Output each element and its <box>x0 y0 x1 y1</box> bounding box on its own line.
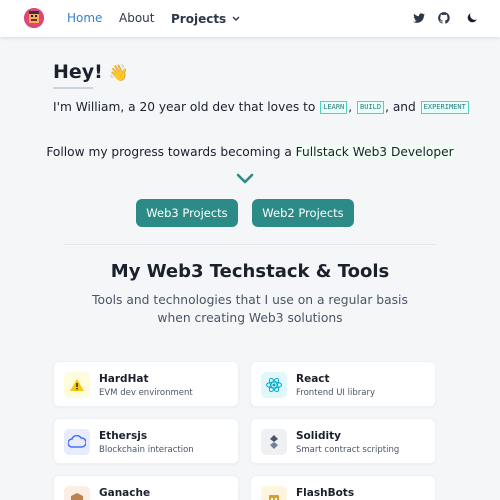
follow-highlight: Fullstack Web3 Developer <box>295 145 454 159</box>
chevron-down-icon <box>232 11 240 25</box>
follow-prefix: Follow my progress towards becoming a <box>46 145 292 159</box>
card-desc: Frontend UI library <box>296 388 375 398</box>
tech-card-react[interactable]: React Frontend UI library <box>250 361 436 407</box>
web2-projects-button[interactable]: Web2 Projects <box>252 199 354 227</box>
nav-about-link[interactable]: About <box>119 11 154 25</box>
hardhat-icon <box>64 372 90 398</box>
ganache-icon <box>64 486 90 500</box>
intro-text: I'm William, a 20 year old dev that love… <box>53 100 470 114</box>
card-desc: Blockchain interaction <box>99 445 194 455</box>
tech-card-flashbots[interactable]: FlashBots <box>250 475 436 500</box>
tech-card-solidity[interactable]: Solidity Smart contract scripting <box>250 418 436 464</box>
nav-projects-label: Projects <box>171 12 227 26</box>
navbar: Home About Projects <box>0 0 500 37</box>
tag-build: BUILD <box>357 100 385 114</box>
card-title: Ganache <box>99 487 151 499</box>
ethersjs-icon <box>64 429 90 455</box>
card-desc: Smart contract scripting <box>296 445 400 455</box>
nav-projects-menu[interactable]: Projects <box>171 11 240 26</box>
intro-and: and <box>392 100 416 114</box>
hero-underline <box>53 87 93 89</box>
techstack-title: My Web3 Techstack & Tools <box>110 261 390 282</box>
tag-experiment: EXPERIMENT <box>420 100 469 114</box>
hero-title-text: Hey! <box>53 61 103 83</box>
section-divider <box>64 244 436 245</box>
card-desc: EVM dev environment <box>99 388 193 398</box>
intro-prefix: I'm William, a 20 year old dev that love… <box>53 100 316 114</box>
nav-home-link[interactable]: Home <box>67 11 102 25</box>
avatar[interactable] <box>24 8 44 28</box>
chevron-down-icon <box>236 173 254 184</box>
tech-card-ethersjs[interactable]: Ethersjs Blockchain interaction <box>53 418 239 464</box>
tech-card-hardhat[interactable]: HardHat EVM dev environment <box>53 361 239 407</box>
tech-card-ganache[interactable]: Ganache <box>53 475 239 500</box>
card-title: Solidity <box>296 430 341 442</box>
card-title: React <box>296 373 330 385</box>
flashbots-icon <box>261 486 287 500</box>
hero-title: Hey! 👋 <box>53 61 129 83</box>
follow-text: Follow my progress towards becoming a Fu… <box>0 145 500 159</box>
wave-hand-icon: 👋 <box>108 62 129 82</box>
solidity-icon <box>261 429 287 455</box>
github-icon[interactable] <box>437 11 451 25</box>
card-title: FlashBots <box>296 487 355 499</box>
techstack-subtitle: Tools and technologies that I use on a r… <box>92 293 408 325</box>
tag-learn: LEARN <box>320 100 348 114</box>
moon-icon[interactable] <box>465 11 479 25</box>
card-title: Ethersjs <box>99 430 148 442</box>
avatar-pixel-icon <box>24 8 44 28</box>
web3-projects-button[interactable]: Web3 Projects <box>136 199 238 227</box>
twitter-icon[interactable] <box>412 11 426 25</box>
react-icon <box>261 372 287 398</box>
card-title: HardHat <box>99 373 149 385</box>
